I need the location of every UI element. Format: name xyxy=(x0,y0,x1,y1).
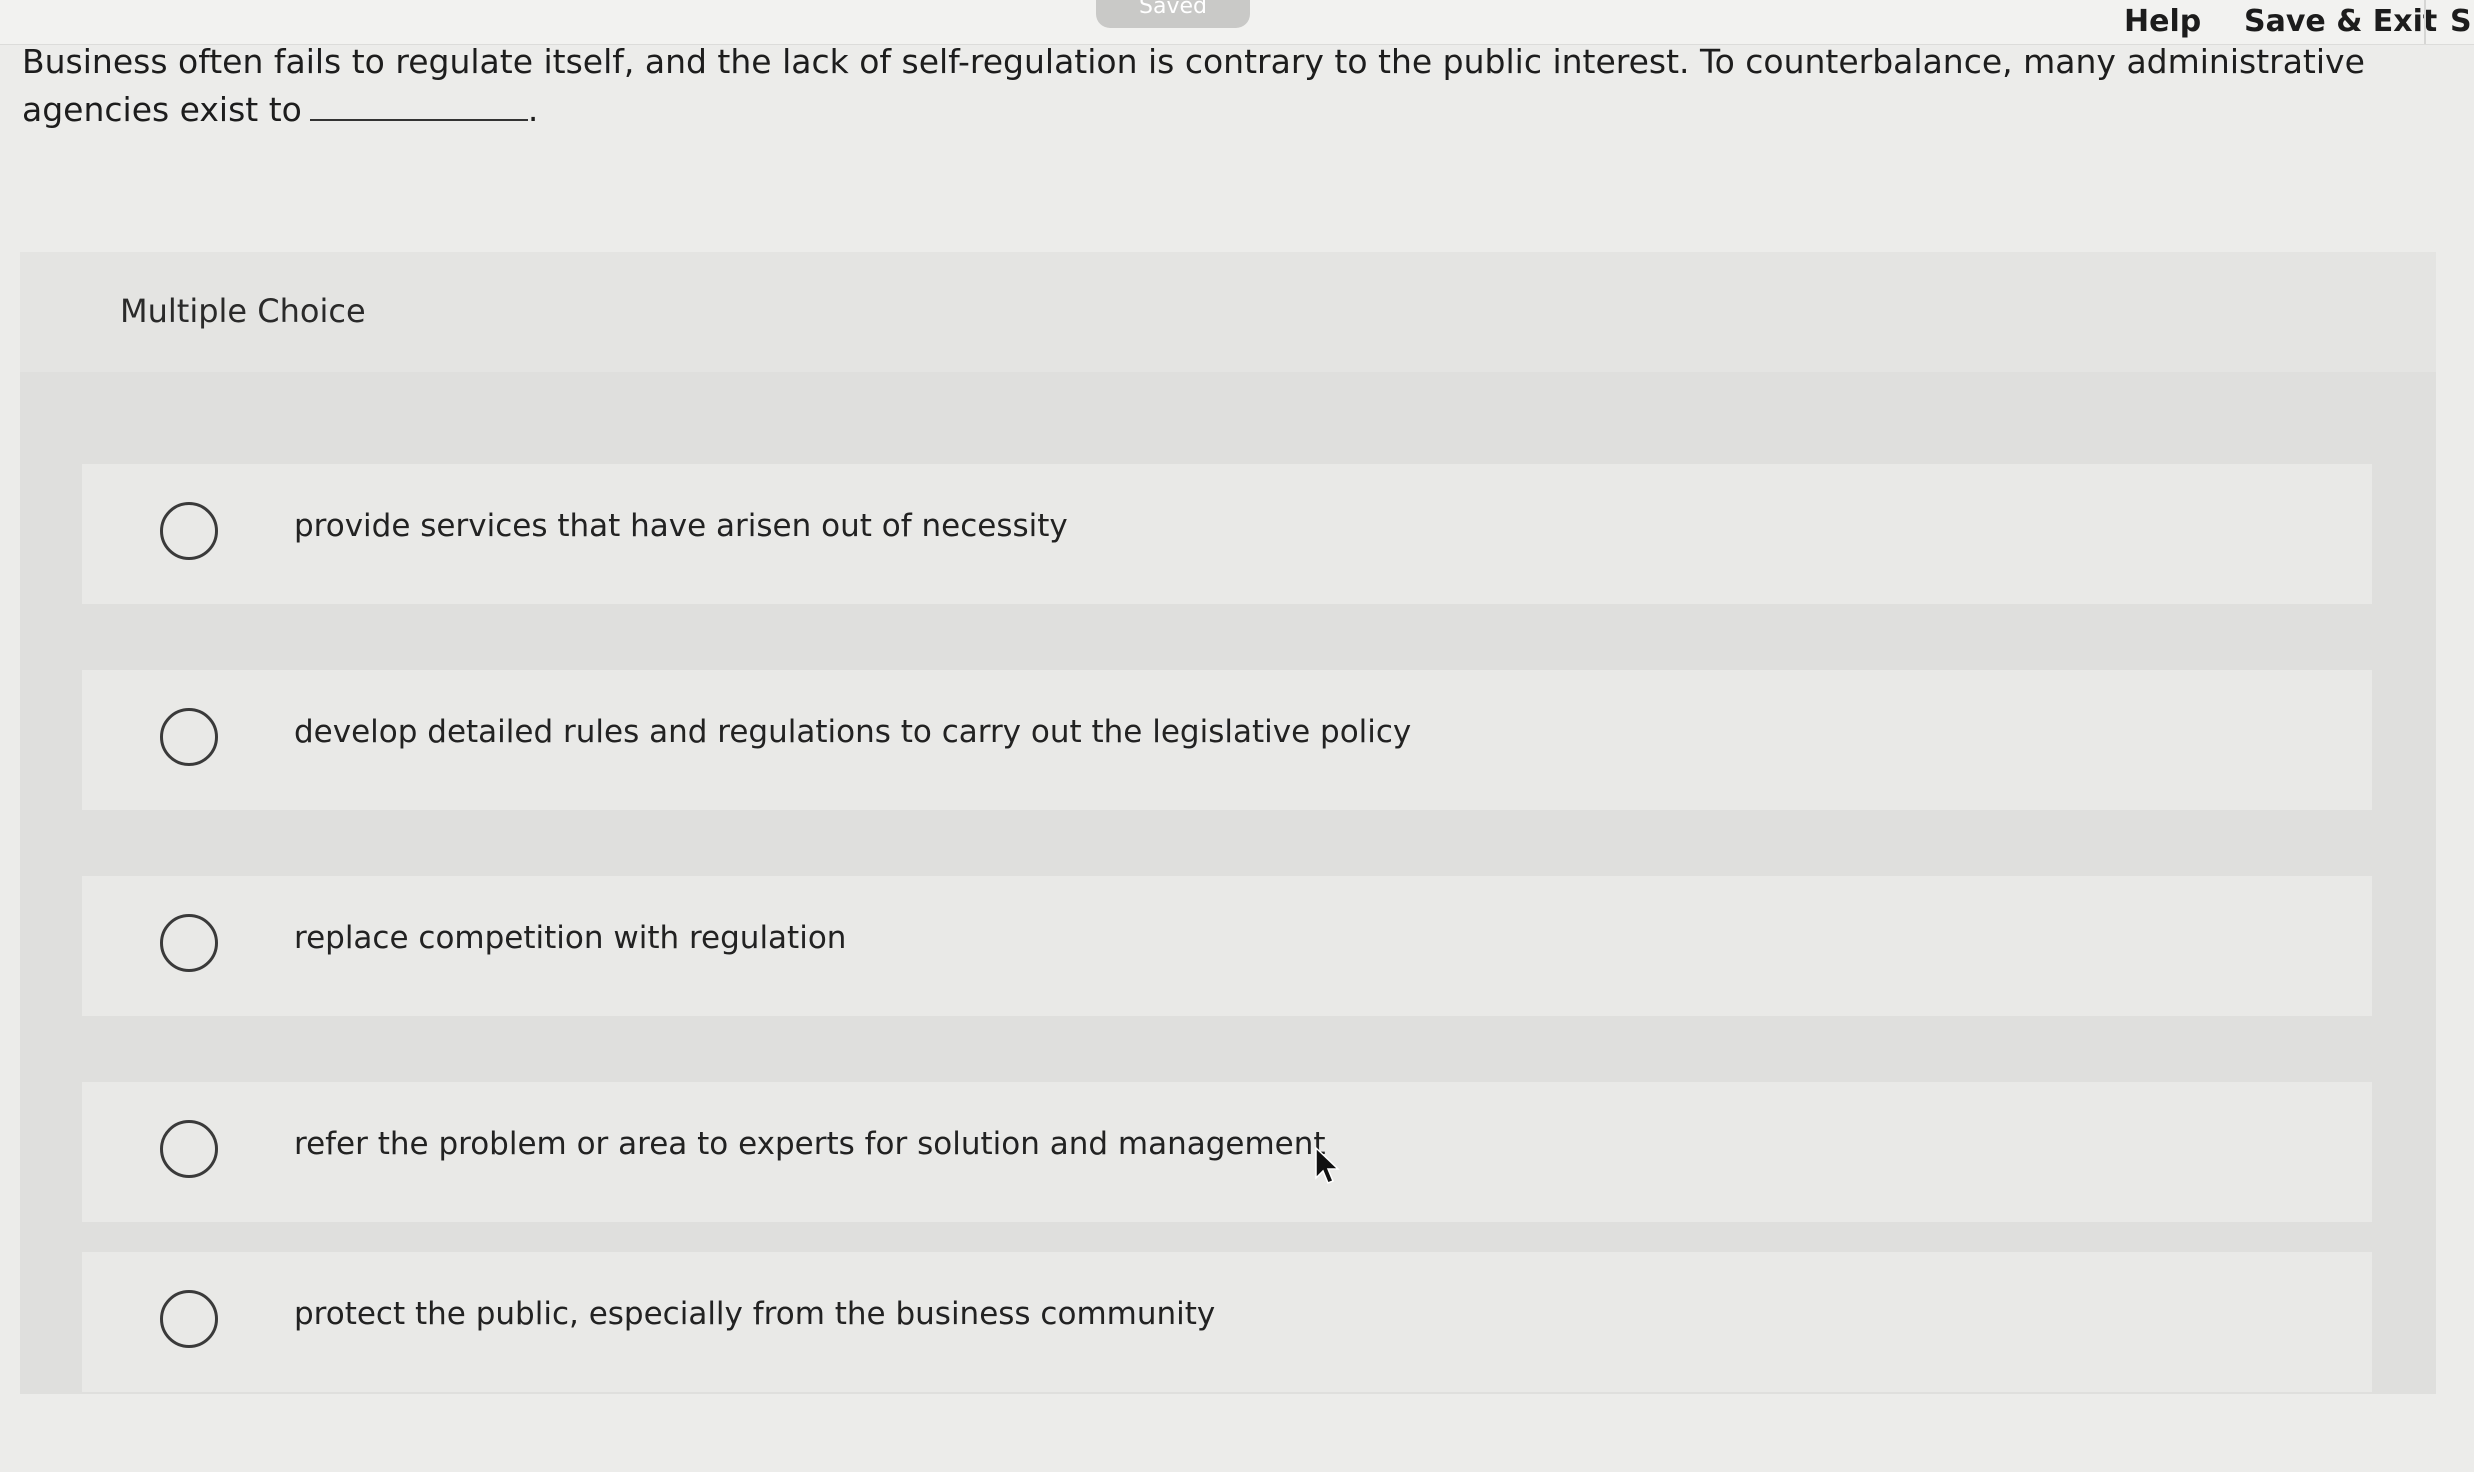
radio-button-icon[interactable] xyxy=(160,1290,218,1348)
multiple-choice-header: Multiple Choice xyxy=(20,252,2436,372)
multiple-choice-heading: Multiple Choice xyxy=(120,292,366,330)
help-button[interactable]: Help xyxy=(2124,2,2201,42)
radio-button-icon[interactable] xyxy=(160,1120,218,1178)
question-prompt: Business often fails to regulate itself,… xyxy=(22,38,2422,134)
radio-button-icon[interactable] xyxy=(160,914,218,972)
choice-label: protect the public, especially from the … xyxy=(294,1296,1216,1332)
choice-label: provide services that have arisen out of… xyxy=(294,508,1068,544)
choice-option-1[interactable]: provide services that have arisen out of… xyxy=(82,464,2372,604)
choice-option-5[interactable]: protect the public, especially from the … xyxy=(82,1252,2372,1392)
choice-option-4[interactable]: refer the problem or area to experts for… xyxy=(82,1082,2372,1222)
choice-label: develop detailed rules and regulations t… xyxy=(294,714,1412,750)
choice-label: replace competition with regulation xyxy=(294,920,847,956)
saved-status-badge: Saved xyxy=(1096,0,1250,28)
radio-button-icon[interactable] xyxy=(160,708,218,766)
submit-button-partial[interactable]: S xyxy=(2450,2,2472,42)
choice-label: refer the problem or area to experts for… xyxy=(294,1126,1326,1162)
save-exit-button[interactable]: Save & Exit xyxy=(2244,2,2437,42)
question-period: . xyxy=(527,90,539,129)
choice-option-2[interactable]: develop detailed rules and regulations t… xyxy=(82,670,2372,810)
top-bar-divider xyxy=(2424,0,2426,44)
answer-blank xyxy=(309,91,528,121)
choice-option-3[interactable]: replace competition with regulation xyxy=(82,876,2372,1016)
mouse-pointer-icon xyxy=(1315,1146,1340,1184)
multiple-choice-panel: Multiple Choice provide services that ha… xyxy=(20,252,2436,1394)
radio-button-icon[interactable] xyxy=(160,502,218,560)
